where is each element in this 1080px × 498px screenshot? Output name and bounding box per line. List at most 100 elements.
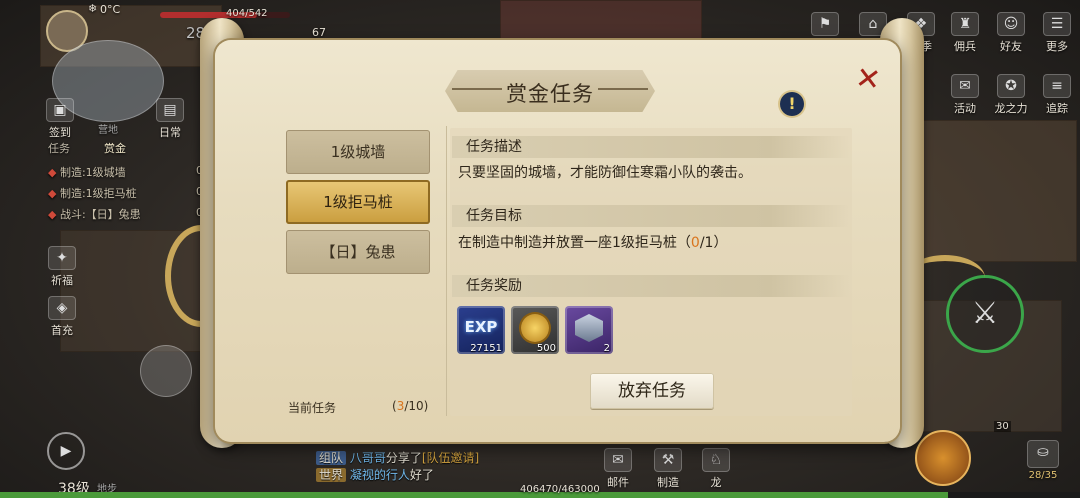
dragon-label: 龙 [710, 476, 722, 489]
left-task-item[interactable]: ◆ 制造:1级城墙 0/1 [48, 164, 214, 180]
goal-total: /1） [699, 235, 728, 251]
reward-count: 2 [603, 343, 610, 354]
craft-label: 制造 [657, 476, 679, 489]
track-button[interactable]: ≡ 追踪 [1036, 74, 1078, 116]
reward-count: 27151 [470, 343, 502, 354]
bag-icon: ⛀ [1027, 440, 1059, 468]
chat-channel-badge: 组队 [316, 451, 347, 465]
dragon-power-button[interactable]: ✪ 龙之力 [990, 74, 1032, 116]
badge-30: 30 [994, 421, 1011, 432]
exp-text: 406470/463000 [520, 484, 600, 495]
section-goal-header: 任务目标 [452, 205, 850, 227]
left-tab-daily[interactable]: ▤ 日常 [150, 98, 190, 140]
pray-label: 祈福 [51, 274, 73, 287]
team-icon: ⚑ [811, 12, 839, 36]
goal-progress: 0 [690, 235, 700, 251]
sword-icon: ⚔ [971, 296, 999, 331]
mail-label: 邮件 [607, 476, 629, 489]
abandon-task-button[interactable]: 放弃任务 [590, 373, 714, 409]
wolf-icon: ✪ [997, 74, 1025, 98]
snowflake-icon: ❄ [88, 2, 98, 15]
friends-button[interactable]: ☺ 好友 [990, 12, 1032, 54]
bag-button[interactable]: ⛀ 28/35 [1022, 440, 1064, 481]
left-subtab-bounty[interactable]: 赏金 [104, 140, 126, 156]
reward-crest[interactable]: 2 [565, 306, 613, 354]
current-task-label: 当前任务 [288, 401, 337, 415]
title-ornament-right [598, 88, 648, 90]
tab-wall[interactable]: 1级城墙 [286, 130, 430, 174]
mercenary-label: 佣兵 [954, 40, 976, 53]
goal-description: 在制造中制造并放置一座1级拒马桩（ [458, 235, 691, 251]
mercenary-button[interactable]: ♜ 佣兵 [944, 12, 986, 54]
craft-button[interactable]: ⚒ 制造 [648, 448, 688, 490]
left-tab-camp[interactable]: 营地 [98, 121, 118, 136]
task-label: 制造:1级城墙 [59, 166, 126, 179]
track-icon: ≡ [1043, 74, 1071, 98]
chat-link[interactable]: [队伍邀请] [422, 451, 479, 465]
chat-line[interactable]: 组队 八哥哥分享了[队伍邀请] [316, 449, 479, 466]
reward-exp[interactable]: EXP 27151 [457, 306, 505, 354]
dragon-power-label: 龙之力 [994, 102, 1028, 115]
chat-line[interactable]: 世界 凝视的行人好了 [316, 466, 434, 483]
info-icon[interactable]: ! [780, 92, 804, 116]
book-icon: ▤ [156, 98, 184, 122]
left-task-item[interactable]: ◆ 制造:1级拒马桩 0/1 [48, 185, 214, 201]
track-label: 追踪 [1046, 102, 1068, 115]
friends-label: 好友 [1000, 40, 1022, 53]
temperature: 0°C [100, 3, 121, 16]
left-task-item[interactable]: ◆ 战斗:【日】兔患 0/1 [48, 206, 214, 222]
mail-button[interactable]: ✉ 邮件 [598, 448, 638, 490]
mail-icon: ✉ [604, 448, 632, 472]
reward-gold[interactable]: 500 [511, 306, 559, 354]
exp-icon: EXP [464, 318, 498, 336]
task-bullet-icon: ◆ [48, 208, 57, 221]
pray-button[interactable]: ✦ 祈福 [42, 246, 82, 288]
left-subtab-task[interactable]: 任务 [48, 140, 70, 156]
section-desc-header: 任务描述 [452, 136, 850, 158]
dragon-icon: ♘ [702, 448, 730, 472]
current-task-count: (3/10) [392, 399, 428, 413]
task-label: 战斗:【日】兔患 [59, 208, 141, 221]
replay-icon[interactable]: ▶ [47, 432, 85, 470]
virtual-joystick[interactable] [140, 345, 192, 397]
event-label: 活动 [954, 102, 976, 115]
more-label: 更多 [1046, 40, 1068, 53]
gold-coin-icon [521, 314, 549, 342]
tab-barricade[interactable]: 1级拒马桩 [286, 180, 430, 224]
treasure-icon: ◈ [48, 296, 76, 320]
close-icon[interactable]: ✕ [850, 60, 886, 98]
calendar-icon: ▣ [46, 98, 74, 122]
more-button[interactable]: ☰ 更多 [1036, 12, 1078, 54]
hp-text: 404/542 [226, 8, 268, 19]
dialog-title: 赏金任务 [506, 82, 594, 106]
column-divider [446, 126, 447, 416]
title-ornament-left [452, 88, 502, 90]
desc-text: 只要坚固的城墙，才能防御住寒霜小队的袭击。 [458, 165, 752, 181]
friends-icon: ☺ [997, 12, 1025, 36]
task-label: 制造:1级拒马桩 [59, 187, 137, 200]
hammer-icon: ⚒ [654, 448, 682, 472]
task-bullet-icon: ◆ [48, 166, 57, 179]
first-recharge-button[interactable]: ◈ 首充 [42, 296, 82, 338]
hp-bar [160, 12, 290, 18]
reward-count: 500 [536, 343, 556, 354]
chat-text: 分享了 [385, 451, 422, 465]
left-tab-label: 签到 [49, 126, 71, 139]
scroll-icon: ✉ [951, 74, 979, 98]
chat-player-name[interactable]: 八哥哥 [350, 451, 386, 465]
dragon-button[interactable]: ♘ 龙 [696, 448, 736, 490]
helmet-icon: ♜ [951, 12, 979, 36]
chat-player-name[interactable]: 凝视的行人 [350, 468, 410, 482]
section-reward-header: 任务奖励 [452, 275, 850, 297]
gift-icon: ✦ [48, 246, 76, 270]
left-tab-signin[interactable]: ▣ 签到 [40, 98, 80, 140]
menu-icon: ☰ [1043, 12, 1071, 36]
skill-button[interactable] [915, 430, 971, 486]
tab-rabbit[interactable]: 【日】兔患 [286, 230, 430, 274]
event-button[interactable]: ✉ 活动 [944, 74, 986, 116]
bag-count: 28/35 [1028, 470, 1058, 481]
chat-text: 好了 [409, 468, 434, 482]
crest-token-icon [575, 314, 603, 342]
stat-partial: 67 [312, 26, 326, 39]
first-recharge-label: 首充 [51, 324, 73, 337]
